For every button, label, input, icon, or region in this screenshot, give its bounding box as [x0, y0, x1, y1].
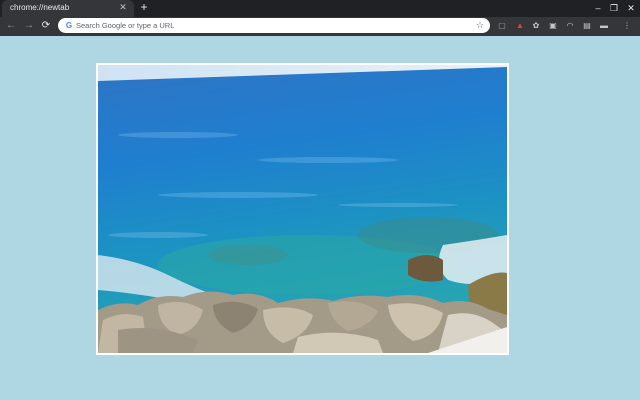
tab-close-icon[interactable]: ✕ — [118, 2, 128, 12]
google-icon: G — [65, 21, 73, 30]
omnibox-input[interactable] — [76, 20, 456, 31]
tab-strip: chrome://newtab ✕ + – ❐ ✕ — [0, 0, 640, 17]
extension-icon-3[interactable]: ✿ — [531, 21, 541, 31]
restore-button[interactable]: ❐ — [608, 2, 620, 14]
chrome-menu-button[interactable]: ⋮ — [622, 21, 632, 31]
extension-icon-5[interactable]: ◠ — [565, 21, 575, 31]
extension-icon-1[interactable]: ▢ — [497, 21, 507, 31]
browser-toolbar: ← → ⟳ G ☆ ▢ ▲ ✿ ▣ ◠ ▤ ▬ ⋮ — [0, 17, 640, 36]
sea-rocks-photo — [98, 65, 507, 353]
extension-icon-2[interactable]: ▲ — [515, 21, 525, 31]
extension-icon-6[interactable]: ▤ — [582, 21, 592, 31]
forward-button[interactable]: → — [22, 19, 36, 33]
extension-icon-4[interactable]: ▣ — [548, 21, 558, 31]
photo-frame — [96, 63, 509, 355]
minimize-button[interactable]: – — [592, 2, 604, 14]
new-tab-button[interactable]: + — [138, 1, 150, 13]
extension-icon-7[interactable]: ▬ — [599, 21, 609, 31]
back-button[interactable]: ← — [4, 19, 18, 33]
tab-newtab[interactable]: chrome://newtab ✕ — [2, 0, 134, 17]
omnibox[interactable]: G ☆ — [58, 18, 490, 33]
close-window-button[interactable]: ✕ — [625, 2, 637, 14]
reload-button[interactable]: ⟳ — [39, 19, 53, 33]
tab-title: chrome://newtab — [10, 3, 70, 12]
bookmark-star-icon[interactable]: ☆ — [476, 19, 484, 31]
